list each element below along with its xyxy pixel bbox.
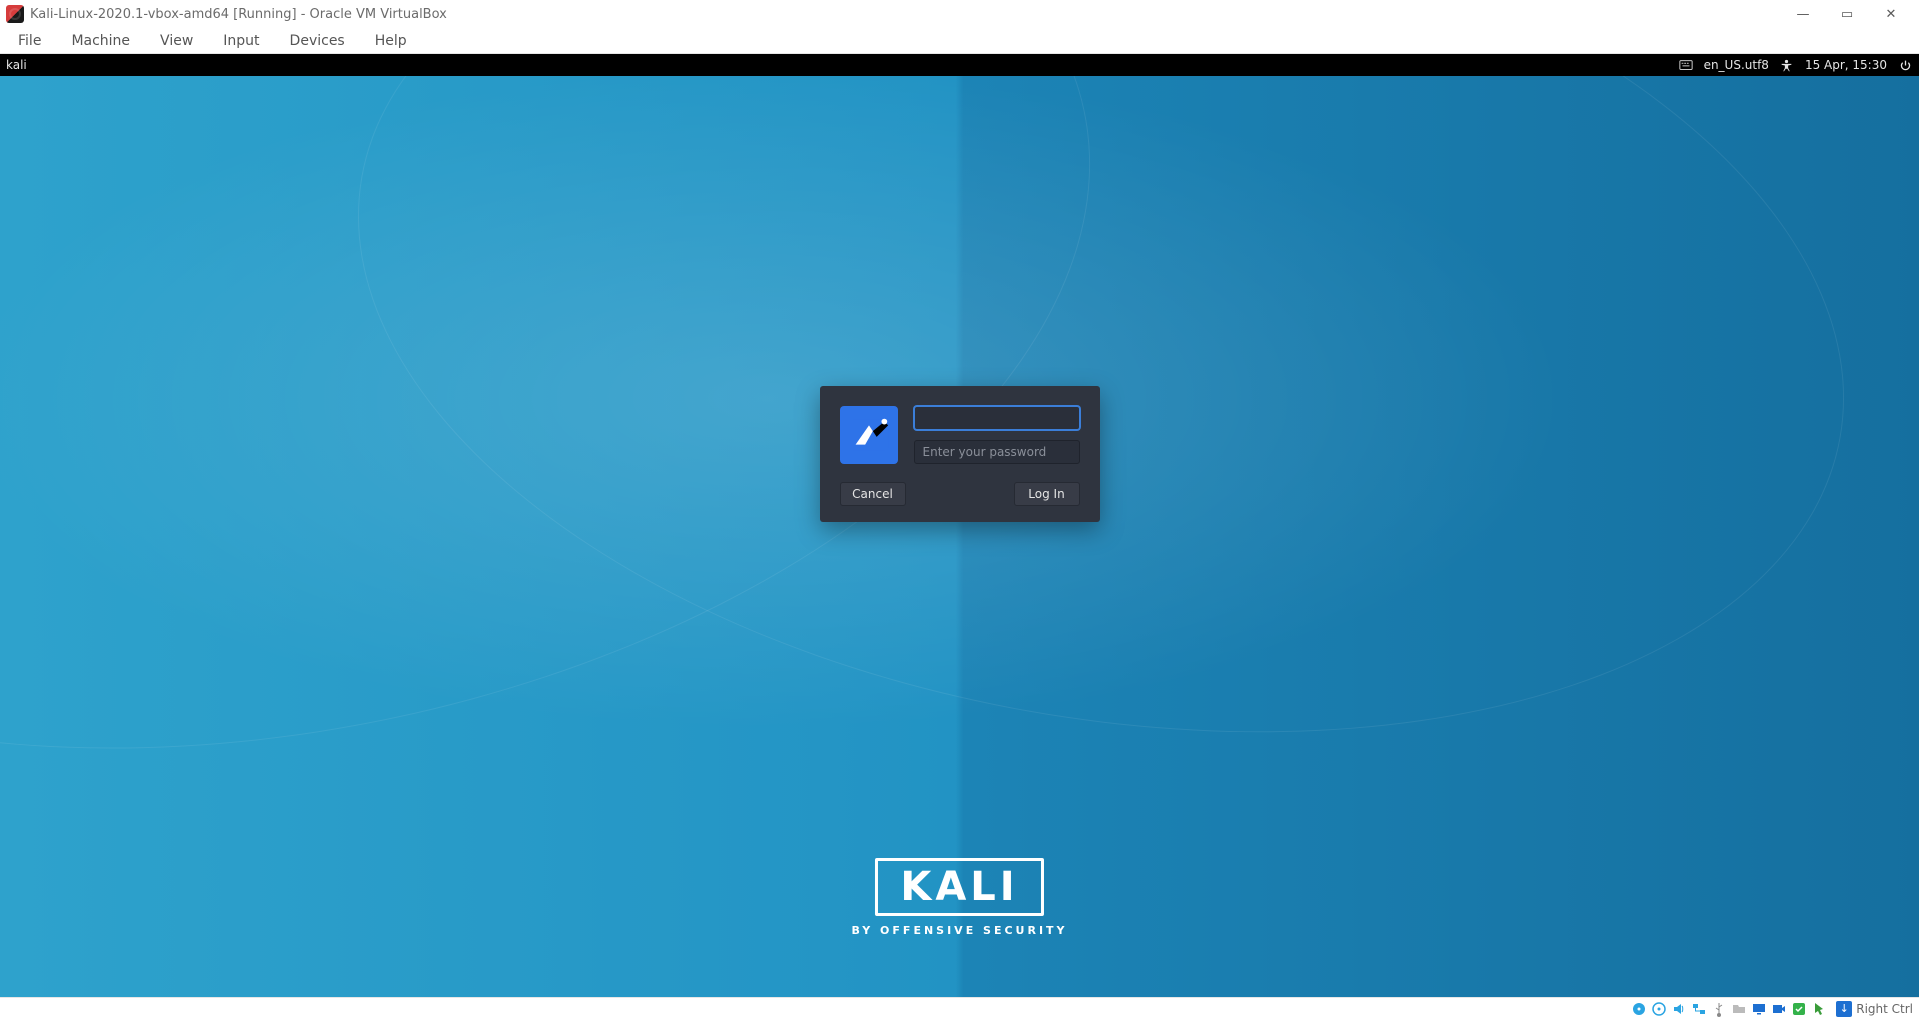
usb-icon[interactable] [1710, 1000, 1728, 1018]
password-input[interactable] [914, 440, 1080, 464]
network-icon[interactable] [1690, 1000, 1708, 1018]
virtualbox-icon [6, 5, 24, 23]
guest-additions-icon[interactable] [1790, 1000, 1808, 1018]
datetime-label[interactable]: 15 Apr, 15:30 [1805, 58, 1887, 72]
hostkey-label: Right Ctrl [1856, 1002, 1913, 1016]
menu-machine[interactable]: Machine [67, 31, 134, 51]
menu-devices[interactable]: Devices [286, 31, 349, 51]
login-dialog: Cancel Log In [820, 386, 1100, 522]
username-input[interactable] [914, 406, 1080, 430]
accessibility-icon[interactable] [1779, 57, 1795, 73]
menu-help[interactable]: Help [371, 31, 411, 51]
harddisk-icon[interactable] [1630, 1000, 1648, 1018]
minimize-button[interactable]: — [1781, 0, 1825, 28]
locale-label[interactable]: en_US.utf8 [1704, 58, 1769, 72]
hostkey-arrow-icon: ↓ [1836, 1001, 1852, 1017]
close-button[interactable]: ✕ [1869, 0, 1913, 28]
optical-drive-icon[interactable] [1650, 1000, 1668, 1018]
kali-tagline: BY OFFENSIVE SECURITY [851, 924, 1067, 937]
shared-folders-icon[interactable] [1730, 1000, 1748, 1018]
kali-logo-icon: KALI [875, 858, 1043, 916]
audio-icon[interactable] [1670, 1000, 1688, 1018]
kali-branding: KALI BY OFFENSIVE SECURITY [851, 858, 1067, 937]
host-titlebar: Kali-Linux-2020.1-vbox-amd64 [Running] -… [0, 0, 1919, 28]
hostkey-indicator[interactable]: ↓ Right Ctrl [1836, 1001, 1913, 1017]
menu-input[interactable]: Input [219, 31, 263, 51]
cancel-button[interactable]: Cancel [840, 482, 906, 506]
display-icon[interactable] [1750, 1000, 1768, 1018]
user-avatar-icon [840, 406, 898, 464]
host-statusbar: ↓ Right Ctrl [0, 997, 1919, 1019]
host-menubar: File Machine View Input Devices Help [0, 28, 1919, 54]
menu-file[interactable]: File [14, 31, 45, 51]
kali-logo-text: KALI [900, 867, 1018, 907]
menu-view[interactable]: View [156, 31, 197, 51]
window-title: Kali-Linux-2020.1-vbox-amd64 [Running] -… [30, 7, 447, 22]
session-user-label[interactable]: kali [6, 58, 27, 72]
keyboard-layout-icon[interactable] [1678, 57, 1694, 73]
mouse-integration-icon[interactable] [1810, 1000, 1828, 1018]
login-button[interactable]: Log In [1014, 482, 1080, 506]
recording-icon[interactable] [1770, 1000, 1788, 1018]
guest-top-panel: kali en_US.utf8 15 Apr, 15:30 [0, 54, 1919, 76]
power-icon[interactable] [1897, 57, 1913, 73]
maximize-button[interactable]: ▭ [1825, 0, 1869, 28]
guest-desktop: Cancel Log In KALI BY OFFENSIVE SECURITY [0, 76, 1919, 997]
